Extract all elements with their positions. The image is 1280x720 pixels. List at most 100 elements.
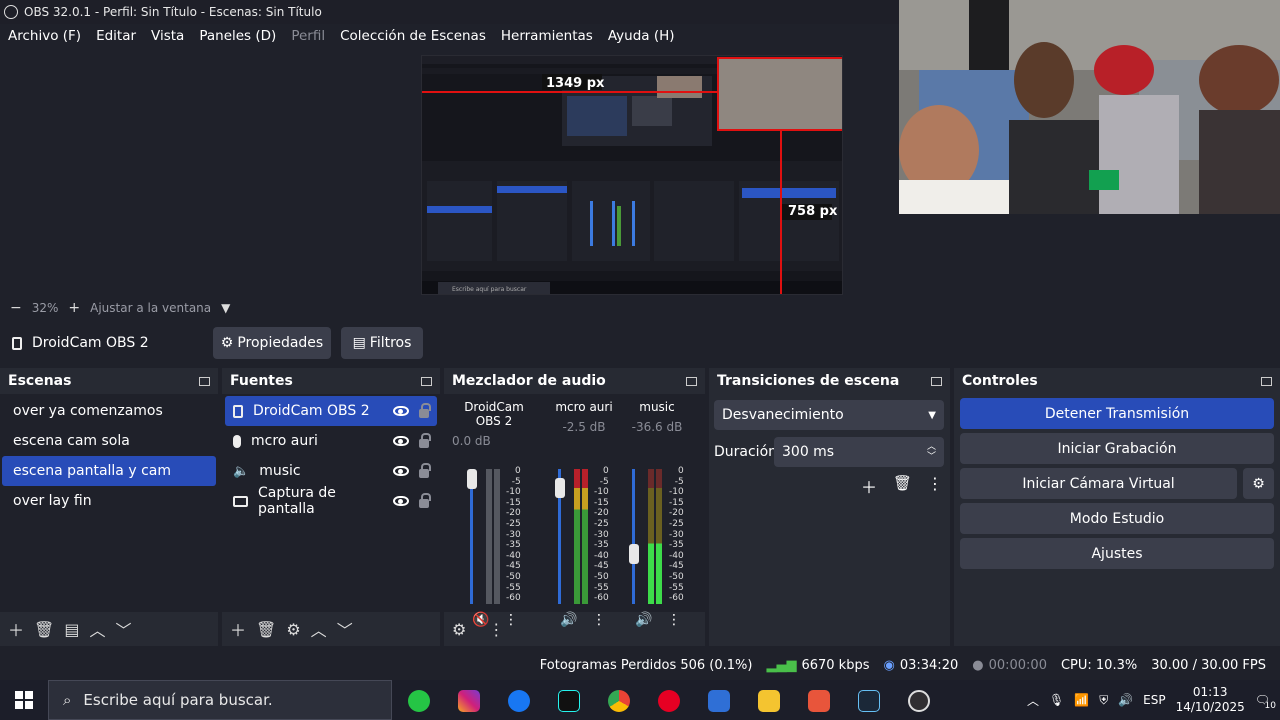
visibility-eye-icon[interactable] [393,466,409,476]
app-icon[interactable] [808,690,830,712]
volume-icon[interactable]: 🔊 [1118,693,1133,707]
windows-start-icon[interactable] [15,691,33,709]
db-tick: -35 [669,540,684,551]
visibility-eye-icon[interactable] [393,496,409,506]
menu-archivo[interactable]: Archivo (F) [8,28,81,44]
source-item[interactable]: 🔈 music [225,456,437,486]
visibility-eye-icon[interactable] [393,436,409,446]
undock-icon[interactable] [421,376,432,386]
lock-icon[interactable] [419,402,431,418]
clock[interactable]: 01:13 14/10/2025 [1176,685,1245,715]
language-indicator[interactable]: ESP [1143,693,1165,707]
add-icon[interactable]: ＋ [230,617,246,641]
add-transition-icon[interactable]: ＋ [861,474,877,498]
obs-taskbar-icon[interactable] [908,690,930,712]
facebook-icon[interactable] [508,690,530,712]
taskbar-search[interactable]: ⌕ Escribe aquí para buscar. [48,680,392,720]
advanced-audio-gear-icon[interactable]: ⚙ [452,620,466,639]
volume-fader-handle[interactable] [467,469,477,489]
audio-level-meter [494,469,500,604]
menu-perfil[interactable]: Perfil [291,28,325,44]
move-down-icon[interactable]: ﹀ [337,617,353,641]
kebab-menu-icon[interactable]: ⋮ [488,620,504,639]
store-icon[interactable] [708,690,730,712]
source-item[interactable]: mcro auri [225,426,437,456]
whatsapp-icon[interactable] [408,690,430,712]
source-item[interactable]: Captura de pantalla [225,485,437,517]
record-timer: ● 00:00:00 [972,658,1047,673]
zoom-out-button[interactable]: − [10,300,22,316]
undock-icon[interactable] [686,376,697,386]
start-recording-button[interactable]: Iniciar Grabación [960,433,1274,464]
preview-screen-capture[interactable]: Escribe aquí para buscar 1349 px 758 px [421,55,843,295]
zoom-in-button[interactable]: + [68,300,80,316]
lock-icon[interactable] [419,462,431,478]
menu-ayuda[interactable]: Ayuda (H) [608,28,675,44]
file-explorer-icon[interactable] [758,690,780,712]
mic-tray-icon[interactable]: 🎙 [1049,693,1064,707]
kebab-menu-icon[interactable]: ⋮ [927,474,943,493]
trash-icon[interactable]: 🗑 [893,474,912,492]
trash-icon[interactable]: 🗑 [34,620,54,639]
undock-icon[interactable] [199,376,210,386]
record-dot-icon: ● [972,657,984,673]
chrome-icon[interactable] [608,690,630,712]
filters-button[interactable]: ▤ Filtros [341,327,423,359]
security-shield-icon[interactable]: ⛨ [1099,693,1108,708]
db-tick: -5 [599,476,609,487]
lock-icon[interactable] [419,432,431,448]
undock-icon[interactable] [1261,376,1272,386]
instagram-icon[interactable] [458,690,480,712]
start-virtual-camera-button[interactable]: Iniciar Cámara Virtual [960,468,1237,499]
lock-icon[interactable] [419,492,431,508]
zoom-mode[interactable]: Ajustar a la ventana [90,301,211,315]
settings-button[interactable]: Ajustes [960,538,1274,569]
broadcast-icon: ◉ [883,657,895,673]
filters-icon[interactable]: ▤ [64,620,79,639]
scene-item[interactable]: over lay fin [2,486,216,516]
dropped-frames: Fotogramas Perdidos 506 (0.1%) [539,657,753,673]
duration-stepper[interactable]: 300 ms ︿ ﹀ [774,437,944,467]
menu-coleccion[interactable]: Colección de Escenas [340,28,486,44]
menu-paneles[interactable]: Paneles (D) [199,28,276,44]
studio-mode-button[interactable]: Modo Estudio [960,503,1274,534]
source-item[interactable]: DroidCam OBS 2 [225,396,437,426]
volume-fader-handle[interactable] [555,478,565,499]
db-scale: 0 -5 -10 -15 -20 -25 -30 -35 -40 -45 -50 -55 -60 [506,466,521,604]
pinterest-icon[interactable] [658,690,680,712]
stop-streaming-button[interactable]: Detener Transmisión [960,398,1274,429]
notification-icon[interactable]: 🗨 10 [1255,693,1276,711]
wifi-icon[interactable]: 📶 [1074,693,1089,707]
volume-fader-track[interactable] [632,469,635,604]
menu-editar[interactable]: Editar [96,28,136,44]
properties-button[interactable]: ⚙ Propiedades [213,327,331,359]
scenes-dock: Escenas over ya comenzamos escena cam so… [0,368,218,646]
move-down-icon[interactable]: ﹀ [115,617,131,641]
db-scale: 0 -5 -10 -15 -20 -25 -30 -35 -40 -45 -50 -55 -60 [669,466,684,604]
menu-vista[interactable]: Vista [151,28,184,44]
volume-fader-handle[interactable] [629,543,639,564]
stepper-arrows-icon[interactable]: ︿ ﹀ [927,442,936,462]
gear-icon[interactable]: ⚙ [286,620,300,639]
trash-icon[interactable]: 🗑 [256,620,276,639]
virtual-camera-settings-gear-icon[interactable]: ⚙ [1243,468,1274,499]
scene-item-selected[interactable]: escena pantalla y cam [2,456,216,486]
zoom-dropdown-icon[interactable]: ▼ [221,301,230,315]
move-up-icon[interactable]: ︿ [311,617,327,641]
move-up-icon[interactable]: ︿ [89,617,105,641]
add-icon[interactable]: ＋ [8,617,24,641]
channel-db: -2.5 dB [562,420,606,434]
undock-icon[interactable] [931,376,942,386]
menu-herramientas[interactable]: Herramientas [501,28,593,44]
volume-fader-track[interactable] [470,469,473,604]
tiktok-icon[interactable] [558,690,580,712]
visibility-eye-icon[interactable] [393,406,409,416]
scene-item[interactable]: escena cam sola [2,426,216,456]
stream-time: 03:34:20 [899,657,959,673]
db-tick: -30 [594,529,609,540]
db-tick: 0 [677,466,684,476]
transition-select[interactable]: Desvanecimiento ▼ [714,400,944,430]
scene-item[interactable]: over ya comenzamos [2,396,216,426]
steam-icon[interactable] [858,690,880,712]
tray-overflow-icon[interactable]: ︿ [1027,692,1039,709]
